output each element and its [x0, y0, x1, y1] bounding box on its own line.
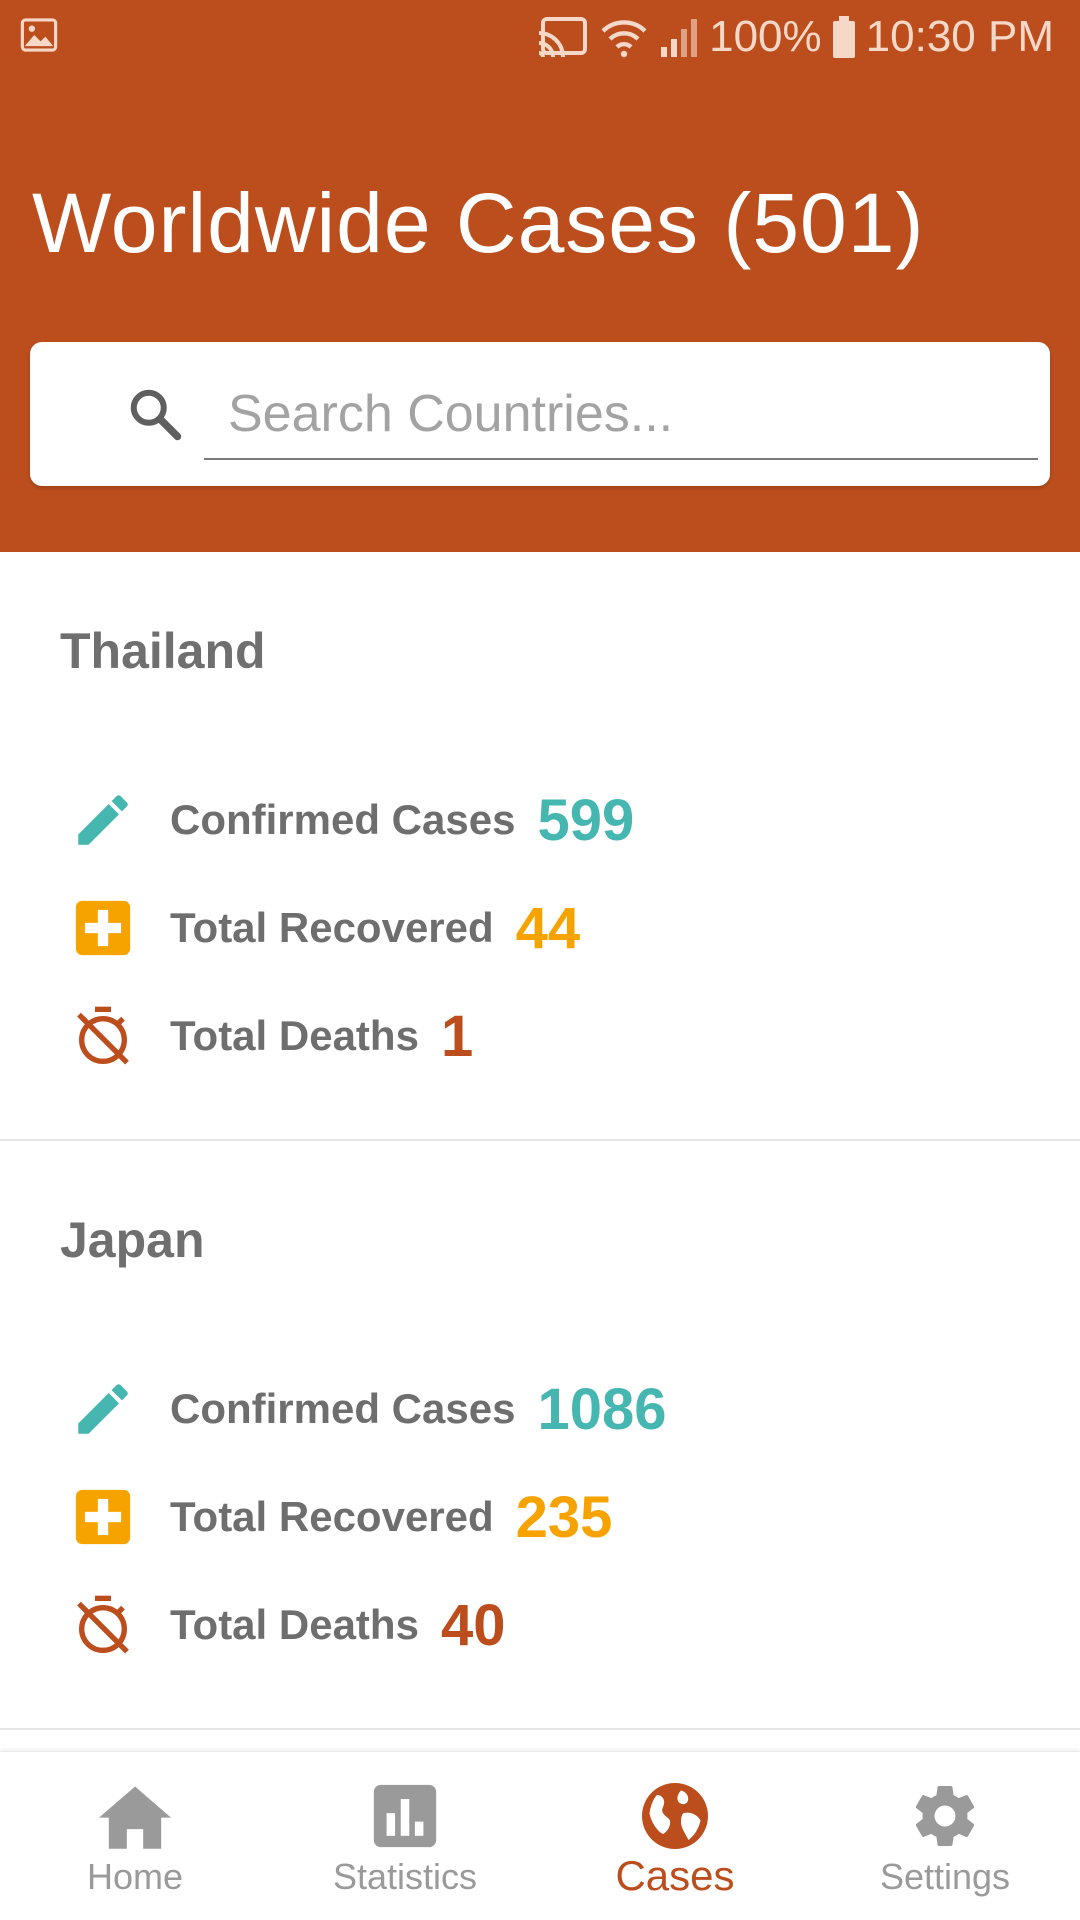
- deaths-value: 40: [440, 1592, 506, 1658]
- gear-icon: [915, 1785, 975, 1846]
- confirmed-row: Confirmed Cases 599: [68, 780, 634, 860]
- recovered-row: Total Recovered 44: [68, 888, 580, 968]
- medical-cross-icon: [68, 893, 138, 963]
- deaths-value: 1: [440, 1003, 474, 1069]
- page-title: Worldwide Cases (501): [32, 176, 925, 270]
- search-input[interactable]: [204, 370, 1038, 460]
- country-list: Thailand Confirmed Cases 599 Total Recov…: [0, 552, 1080, 1730]
- country-card[interactable]: Thailand Confirmed Cases 599 Total Recov…: [0, 552, 1080, 1141]
- deaths-row: Total Deaths 40: [68, 1585, 505, 1665]
- status-right: 100% 10:30 PM: [537, 12, 1054, 62]
- recovered-row: Total Recovered 235: [68, 1477, 612, 1557]
- wifi-icon: [601, 20, 647, 58]
- recovered-value: 235: [515, 1484, 613, 1550]
- recovered-label: Total Recovered: [170, 904, 494, 951]
- country-name: Thailand: [60, 623, 266, 679]
- gallery-icon: [20, 18, 58, 52]
- nav-settings-label: Settings: [879, 1856, 1011, 1897]
- deaths-label: Total Deaths: [170, 1012, 419, 1059]
- recovered-label: Total Recovered: [170, 1493, 494, 1540]
- status-bar: 100% 10:30 PM: [0, 0, 1080, 75]
- confirmed-value: 599: [537, 787, 635, 853]
- search-box: [30, 342, 1050, 486]
- search-icon[interactable]: [125, 384, 185, 444]
- nav-cases[interactable]: Cases: [540, 1752, 810, 1920]
- confirmed-label: Confirmed Cases: [170, 796, 516, 843]
- deaths-label: Total Deaths: [170, 1601, 419, 1648]
- confirmed-value: 1086: [537, 1376, 667, 1442]
- clock: 10:30 PM: [865, 12, 1054, 61]
- confirmed-row: Confirmed Cases 1086: [68, 1369, 666, 1449]
- nav-settings[interactable]: Settings: [810, 1752, 1080, 1920]
- battery-percent: 100%: [709, 12, 822, 61]
- bar-chart-icon: [373, 1784, 437, 1848]
- medical-cross-icon: [68, 1482, 138, 1552]
- header: 100% 10:30 PM Worldwide Cases (501): [0, 0, 1080, 552]
- pencil-icon: [68, 785, 138, 855]
- deaths-row: Total Deaths 1: [68, 996, 473, 1076]
- nav-home-label: Home: [86, 1856, 184, 1897]
- nav-home[interactable]: Home: [0, 1752, 270, 1920]
- nav-statistics[interactable]: Statistics: [270, 1752, 540, 1920]
- pencil-icon: [68, 1374, 138, 1444]
- battery-icon: [832, 16, 855, 58]
- nav-statistics-label: Statistics: [332, 1856, 478, 1897]
- bottom-nav: Home Statistics Cases Settings: [0, 1751, 1080, 1920]
- timer-off-icon: [68, 1001, 138, 1071]
- country-name: Japan: [60, 1212, 205, 1268]
- screen: 100% 10:30 PM Worldwide Cases (501) Thai…: [0, 0, 1080, 1920]
- recovered-value: 44: [515, 895, 581, 961]
- nav-cases-label: Cases: [615, 1852, 735, 1899]
- country-card[interactable]: Japan Confirmed Cases 1086 Total Recover…: [0, 1141, 1080, 1730]
- home-icon: [99, 1786, 171, 1849]
- timer-off-icon: [68, 1590, 138, 1660]
- confirmed-label: Confirmed Cases: [170, 1385, 516, 1432]
- signal-icon: [661, 19, 698, 57]
- cast-icon: [538, 17, 588, 58]
- globe-icon: [642, 1783, 708, 1849]
